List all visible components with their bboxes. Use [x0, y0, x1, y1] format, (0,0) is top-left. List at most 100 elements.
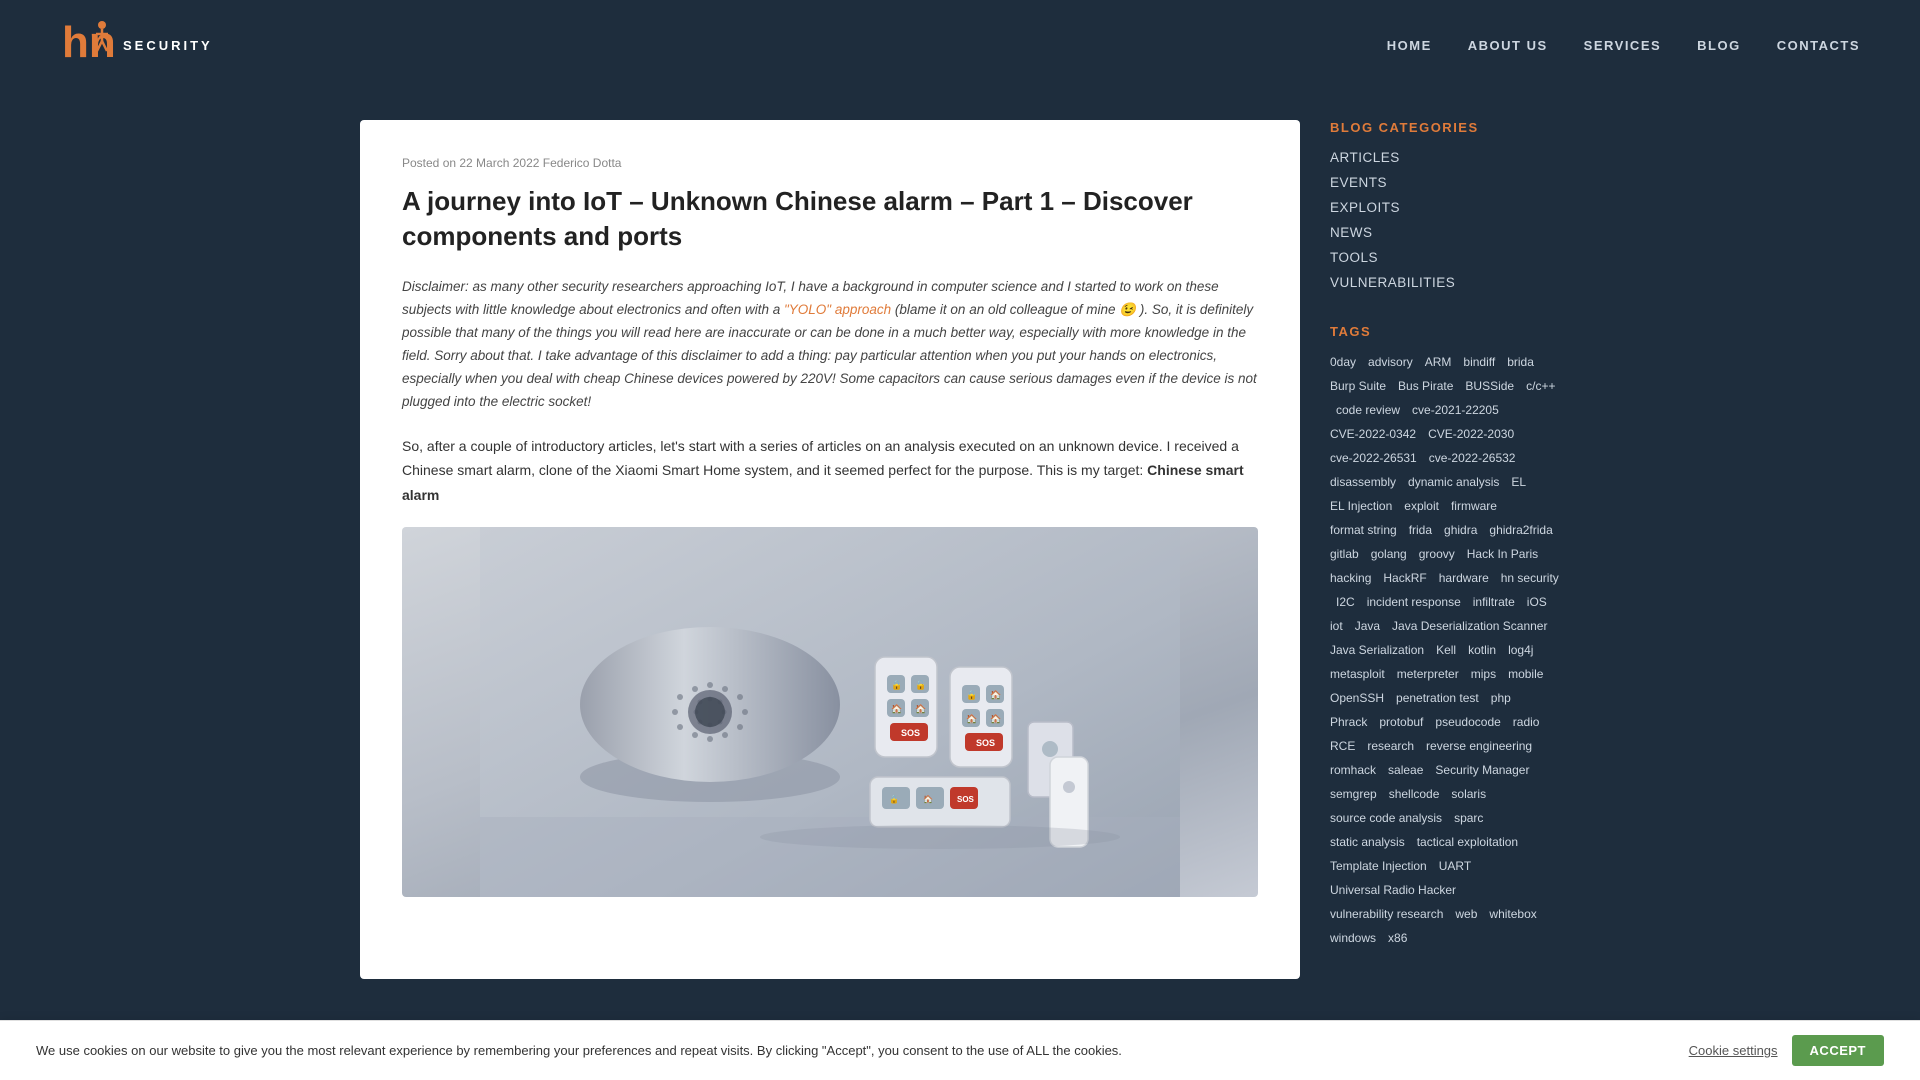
tag-item[interactable]: Java Deserialization Scanner [1392, 617, 1547, 635]
category-news[interactable]: NEWS [1330, 225, 1373, 240]
tag-item[interactable]: windows [1330, 929, 1376, 947]
tag-item[interactable]: Java Serialization [1330, 641, 1424, 659]
accept-button[interactable]: ACCEPT [1792, 1035, 1884, 1066]
tag-item[interactable]: hn security [1501, 569, 1559, 587]
tag-item[interactable]: ghidra [1444, 521, 1477, 539]
category-tools[interactable]: TOOLS [1330, 250, 1378, 265]
list-item: TOOLS [1330, 249, 1560, 267]
tag-item[interactable]: meterpreter [1397, 665, 1459, 683]
tag-item[interactable]: disassembly [1330, 473, 1396, 491]
nav-blog[interactable]: BLOG [1697, 38, 1741, 53]
tag-item[interactable]: golang [1371, 545, 1407, 563]
tag-item[interactable]: EL [1511, 473, 1526, 491]
tag-item[interactable]: cve-2021-22205 [1412, 401, 1499, 419]
tag-item[interactable]: I2C [1336, 593, 1355, 611]
tag-item[interactable]: whitebox [1489, 905, 1536, 923]
category-events[interactable]: EVENTS [1330, 175, 1387, 190]
tag-item[interactable]: penetration test [1396, 689, 1479, 707]
tag-item[interactable]: Security Manager [1435, 761, 1529, 779]
tag-item[interactable]: CVE-2022-0342 [1330, 425, 1416, 443]
tag-item[interactable]: firmware [1451, 497, 1497, 515]
sidebar-tags-section: TAGS 0day advisory ARM bindiff brida Bur… [1330, 324, 1560, 947]
tag-item[interactable]: gitlab [1330, 545, 1359, 563]
tag-item[interactable]: source code analysis [1330, 809, 1442, 827]
tag-item[interactable]: pseudocode [1435, 713, 1500, 731]
tag-item[interactable]: romhack [1330, 761, 1376, 779]
article-disclaimer: Disclaimer: as many other security resea… [402, 276, 1258, 414]
tag-item[interactable]: semgrep [1330, 785, 1377, 803]
svg-text:🏠: 🏠 [915, 704, 926, 714]
tag-item[interactable]: groovy [1419, 545, 1455, 563]
list-item: EXPLOITS [1330, 199, 1560, 217]
tag-item[interactable]: RCE [1330, 737, 1355, 755]
tag-item[interactable]: Phrack [1330, 713, 1367, 731]
tag-item[interactable]: CVE-2022-2030 [1428, 425, 1514, 443]
tag-item[interactable]: infiltrate [1473, 593, 1515, 611]
tag-item[interactable]: exploit [1404, 497, 1439, 515]
tag-item[interactable]: OpenSSH [1330, 689, 1384, 707]
cookie-settings-button[interactable]: Cookie settings [1689, 1043, 1778, 1058]
tag-item[interactable]: reverse engineering [1426, 737, 1532, 755]
nav-contacts[interactable]: CONTACTS [1777, 38, 1860, 53]
tag-item[interactable]: radio [1513, 713, 1540, 731]
logo[interactable]: hn SECURITY [60, 15, 213, 75]
tag-item[interactable]: incident response [1367, 593, 1461, 611]
page-wrap: Posted on 22 March 2022 Federico Dotta A… [340, 120, 1580, 979]
tag-item[interactable]: ARM [1425, 353, 1452, 371]
nav-home[interactable]: HOME [1387, 38, 1432, 53]
tag-item[interactable]: cve-2022-26532 [1429, 449, 1516, 467]
tag-item[interactable]: Template Injection [1330, 857, 1427, 875]
nav-about[interactable]: ABOUT US [1468, 38, 1548, 53]
tag-item[interactable]: kotlin [1468, 641, 1496, 659]
category-articles[interactable]: ARTICLES [1330, 150, 1400, 165]
tag-item[interactable]: bindiff [1463, 353, 1495, 371]
tag-item[interactable]: static analysis [1330, 833, 1405, 851]
tag-item[interactable]: mips [1471, 665, 1496, 683]
tag-item[interactable]: mobile [1508, 665, 1543, 683]
tag-item[interactable]: x86 [1388, 929, 1407, 947]
tag-item[interactable]: c/c++ [1526, 377, 1555, 395]
tag-item[interactable]: Java [1355, 617, 1380, 635]
tag-item[interactable]: research [1367, 737, 1414, 755]
tag-item[interactable]: vulnerability research [1330, 905, 1443, 923]
tag-item[interactable]: iOS [1527, 593, 1547, 611]
nav-services[interactable]: SERVICES [1584, 38, 1662, 53]
tag-item[interactable]: format string [1330, 521, 1397, 539]
tag-item[interactable]: HackRF [1383, 569, 1426, 587]
tag-item[interactable]: dynamic analysis [1408, 473, 1499, 491]
tag-item[interactable]: code review [1336, 401, 1400, 419]
yolo-link[interactable]: "YOLO" approach [784, 302, 891, 317]
tag-item[interactable]: Universal Radio Hacker [1330, 881, 1456, 899]
disclaimer-end: (blame it on an old colleague of mine 😉 … [402, 302, 1257, 409]
tag-item[interactable]: Hack In Paris [1467, 545, 1538, 563]
tag-item[interactable]: Burp Suite [1330, 377, 1386, 395]
tag-item[interactable]: frida [1409, 521, 1432, 539]
svg-text:🔒: 🔒 [889, 795, 899, 804]
category-vulnerabilities[interactable]: VULNERABILITIES [1330, 275, 1455, 290]
tag-item[interactable]: iot [1330, 617, 1343, 635]
tag-item[interactable]: Bus Pirate [1398, 377, 1453, 395]
tag-item[interactable]: web [1455, 905, 1477, 923]
tag-item[interactable]: hacking [1330, 569, 1371, 587]
tag-item[interactable]: sparc [1454, 809, 1483, 827]
tag-item[interactable]: cve-2022-26531 [1330, 449, 1417, 467]
tag-item[interactable]: hardware [1439, 569, 1489, 587]
tag-item[interactable]: log4j [1508, 641, 1533, 659]
tag-item[interactable]: EL Injection [1330, 497, 1392, 515]
main-nav: HOME ABOUT US SERVICES BLOG CONTACTS [1387, 38, 1860, 53]
tag-item[interactable]: php [1491, 689, 1511, 707]
tag-item[interactable]: UART [1439, 857, 1471, 875]
tag-item[interactable]: ghidra2frida [1489, 521, 1552, 539]
tag-item[interactable]: BUSSide [1465, 377, 1514, 395]
tag-item[interactable]: saleae [1388, 761, 1423, 779]
category-exploits[interactable]: EXPLOITS [1330, 200, 1400, 215]
tag-item[interactable]: Kell [1436, 641, 1456, 659]
tag-item[interactable]: tactical exploitation [1417, 833, 1518, 851]
tag-item[interactable]: shellcode [1389, 785, 1440, 803]
tag-item[interactable]: solaris [1451, 785, 1486, 803]
tag-item[interactable]: metasploit [1330, 665, 1385, 683]
tag-item[interactable]: brida [1507, 353, 1534, 371]
tag-item[interactable]: advisory [1368, 353, 1413, 371]
tag-item[interactable]: 0day [1330, 353, 1356, 371]
tag-item[interactable]: protobuf [1379, 713, 1423, 731]
